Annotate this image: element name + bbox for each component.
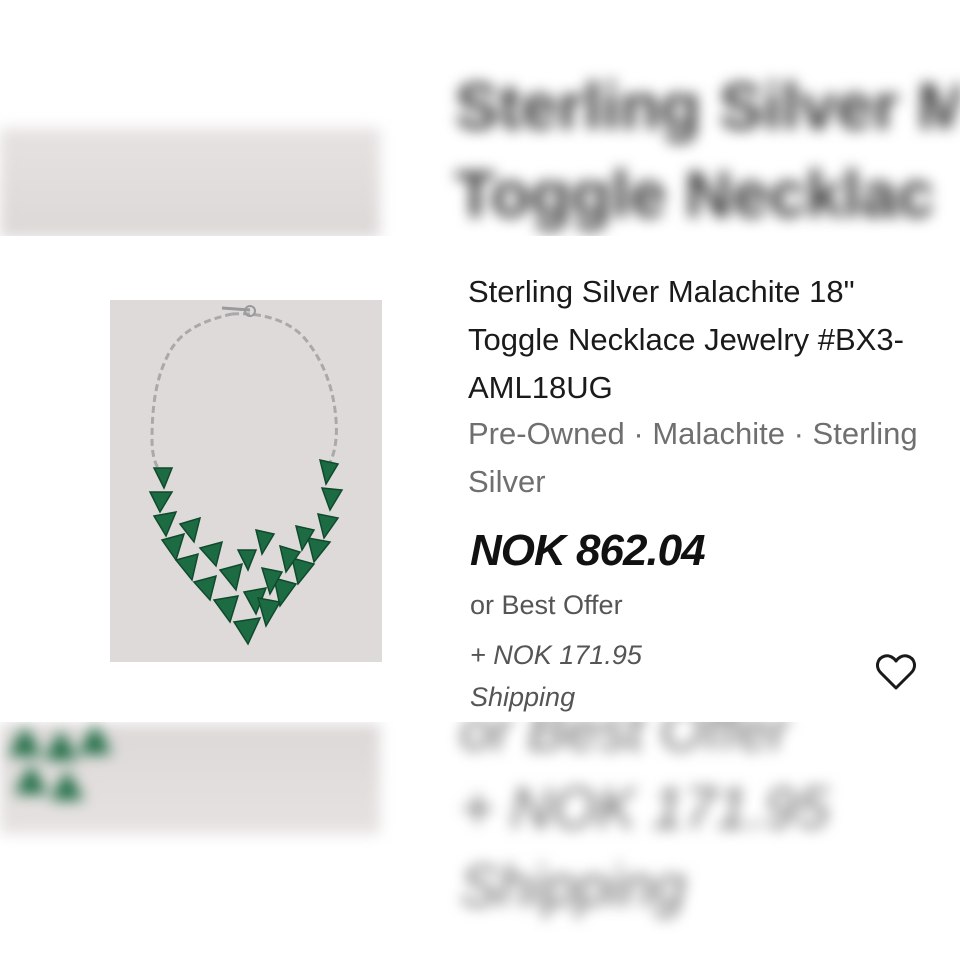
watchlist-heart-icon [876, 654, 916, 690]
backdrop-title: Sterling Silver M Toggle Necklac [455, 69, 960, 231]
listing-card[interactable]: Sterling Silver Malachite 18" Toggle Nec… [0, 236, 960, 722]
backdrop-photo-top [0, 128, 380, 384]
backdrop-offer: or Best Offer + NOK 171.95 Shipping [460, 698, 830, 919]
best-offer-label: or Best Offer [470, 590, 623, 620]
listing-title[interactable]: Sterling Silver Malachite 18" Toggle Nec… [468, 268, 938, 412]
shipping-cost: + NOK 171.95 Shipping [470, 634, 730, 718]
listing-photo[interactable] [110, 300, 382, 662]
listing-price: NOK 862.04 [470, 526, 706, 575]
shipping-amount: + NOK 171.95 [470, 640, 642, 670]
necklace-image [110, 300, 382, 662]
listing-photo-frame[interactable] [65, 300, 427, 662]
shipping-label: Shipping [470, 682, 576, 712]
heart-icon[interactable] [872, 648, 920, 696]
listing-aspects: Pre-Owned · Malachite · Sterling Silver [468, 416, 918, 499]
